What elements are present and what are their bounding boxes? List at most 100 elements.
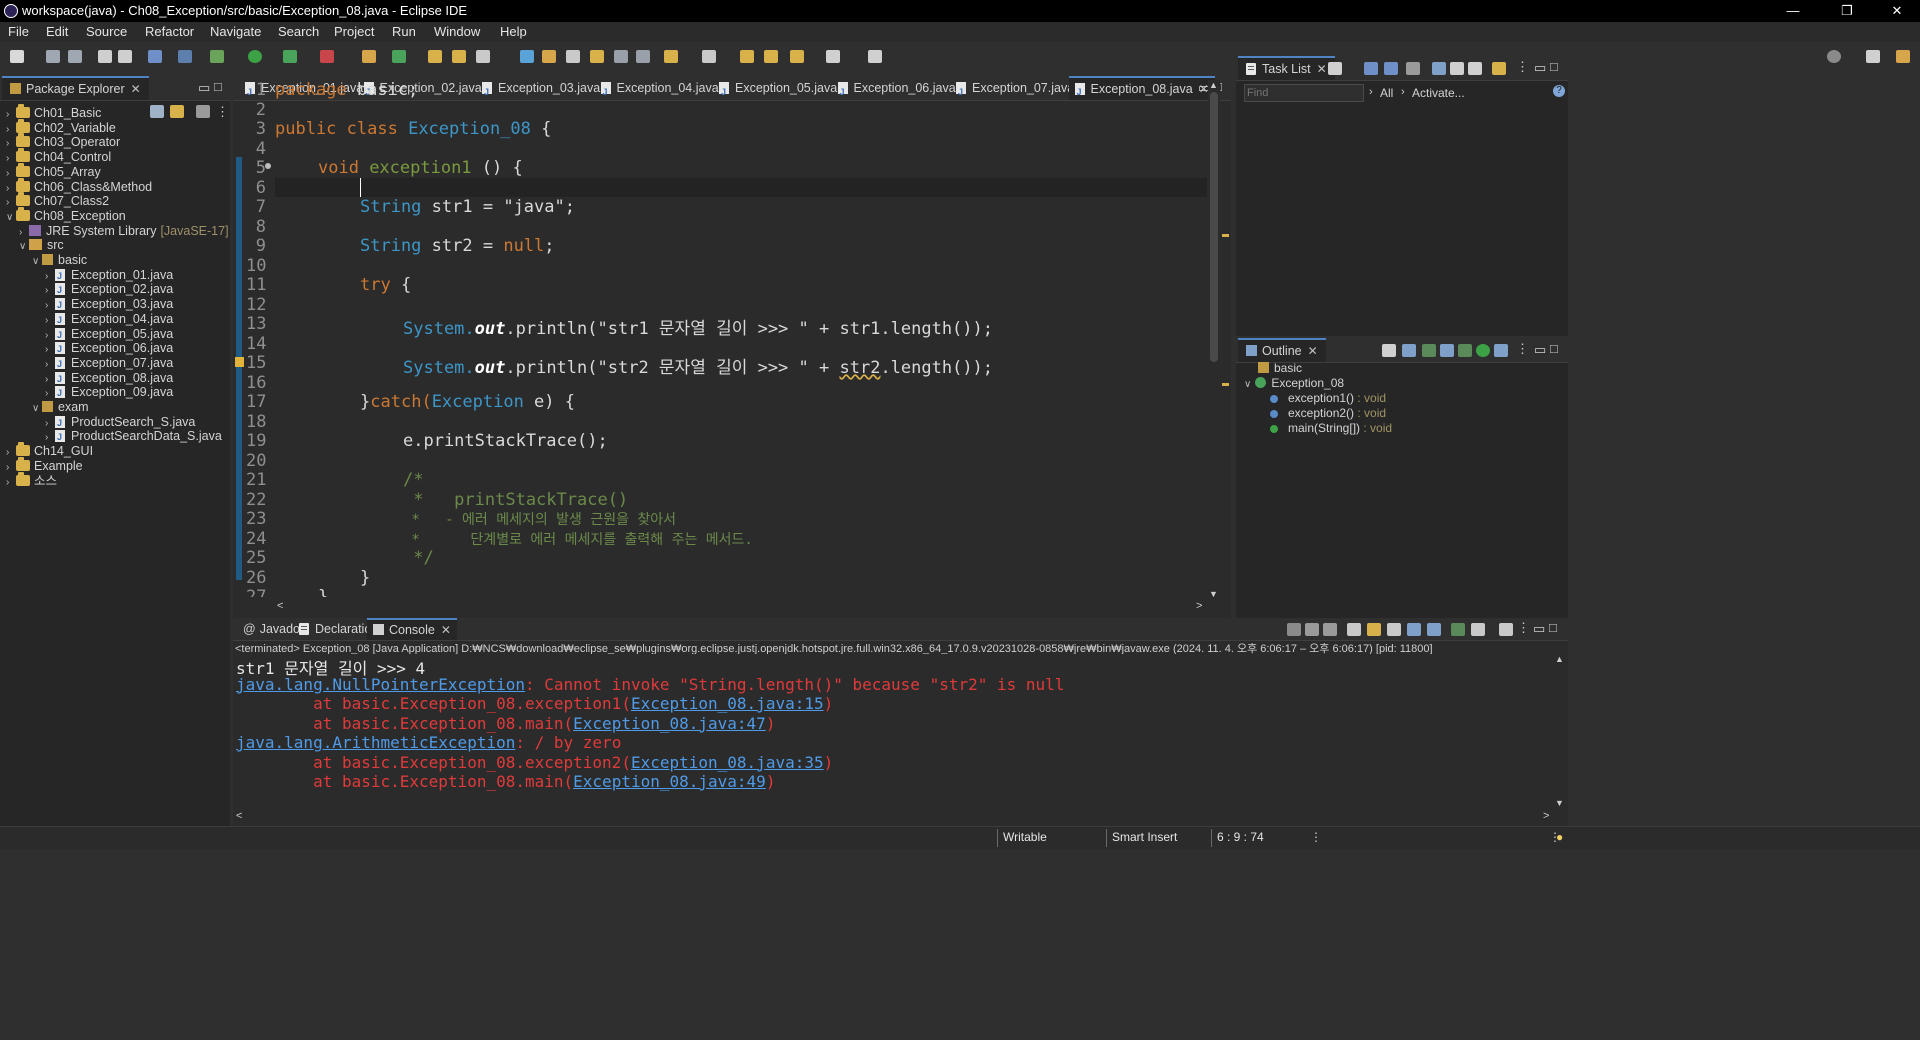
back-icon[interactable] xyxy=(790,50,804,63)
menu-search[interactable]: Search xyxy=(278,24,319,39)
close-icon[interactable]: ✕ xyxy=(131,82,141,96)
scroll-right-icon[interactable]: > xyxy=(1196,600,1202,612)
show-whitespace-icon[interactable] xyxy=(614,50,628,63)
overview-mark[interactable] xyxy=(1222,383,1229,386)
collapse-all-icon[interactable] xyxy=(150,105,164,118)
tab-package-explorer[interactable]: Package Explorer ✕ xyxy=(2,76,149,100)
editor-tab[interactable]: Exception_05.java xyxy=(713,76,843,104)
java-perspective-icon[interactable] xyxy=(1896,50,1910,63)
source-link[interactable]: Exception_08.java:15 xyxy=(631,694,824,713)
scheduled-icon[interactable] xyxy=(1384,62,1398,75)
scroll-up-icon[interactable]: ▲ xyxy=(1555,654,1564,664)
new-task-icon[interactable] xyxy=(1328,62,1342,75)
outline-item-method[interactable]: exception1() : void xyxy=(1270,391,1386,405)
hide-fields-icon[interactable] xyxy=(1422,344,1436,357)
pin-editor-icon[interactable] xyxy=(868,50,882,63)
editor-tab[interactable]: Exception_06.java xyxy=(832,76,962,104)
maximize-button[interactable]: ❐ xyxy=(1824,0,1870,22)
minimize-view-icon[interactable]: ▭ xyxy=(1533,621,1545,637)
maximize-view-icon[interactable]: □ xyxy=(1550,341,1558,356)
menu-project[interactable]: Project xyxy=(334,24,374,39)
console-horizontal-scrollbar[interactable]: < > xyxy=(236,810,1552,825)
clear-console-icon[interactable] xyxy=(1347,623,1361,636)
terminate-icon[interactable] xyxy=(1287,623,1301,636)
status-menu-icon[interactable]: ⋮ xyxy=(1310,830,1322,844)
forward-history-icon[interactable] xyxy=(764,50,778,63)
repository-icon[interactable] xyxy=(1492,62,1506,75)
help-icon[interactable]: ? xyxy=(1553,85,1565,97)
scroll-left-icon[interactable]: < xyxy=(236,810,242,822)
open-task-icon[interactable] xyxy=(452,50,466,63)
scroll-right-icon[interactable]: > xyxy=(1543,810,1549,822)
mark-occurrences-icon[interactable] xyxy=(542,50,556,63)
scroll-lock-icon[interactable] xyxy=(1367,623,1381,636)
focus-icon[interactable] xyxy=(1468,62,1482,75)
activate-link[interactable]: Activate... xyxy=(1412,86,1465,100)
scrollbar-thumb[interactable] xyxy=(1210,92,1218,362)
open-console-icon[interactable] xyxy=(1499,623,1513,636)
display-console-icon[interactable] xyxy=(1471,623,1485,636)
overview-mark[interactable] xyxy=(1222,234,1229,237)
menu-refactor[interactable]: Refactor xyxy=(145,24,194,39)
scroll-down-icon[interactable]: ▼ xyxy=(1555,798,1564,808)
word-wrap-console-icon[interactable] xyxy=(1387,623,1401,636)
close-icon[interactable]: ✕ xyxy=(1317,62,1327,76)
new-java-project-icon[interactable] xyxy=(362,50,376,63)
hide-completed-icon[interactable] xyxy=(1406,62,1420,75)
hide-static-icon[interactable] xyxy=(1440,344,1454,357)
external-tools-icon[interactable] xyxy=(320,50,334,63)
menu-file[interactable]: File xyxy=(8,24,29,39)
tips-lightbulb-icon[interactable]: ● xyxy=(1556,830,1563,844)
chevron-down-icon[interactable]: ∨ xyxy=(32,400,42,418)
tree-item[interactable]: › 소스 xyxy=(6,471,57,490)
show-stdout-icon[interactable] xyxy=(1407,623,1421,636)
toggle-block-icon[interactable] xyxy=(566,50,580,63)
maximize-view-icon[interactable]: □ xyxy=(1550,59,1558,74)
close-icon[interactable]: ✕ xyxy=(441,623,451,637)
editor-horizontal-scrollbar[interactable]: < > xyxy=(275,600,1205,615)
minimize-button[interactable]: — xyxy=(1770,0,1816,22)
pin-console-icon[interactable] xyxy=(1451,623,1465,636)
last-edit-icon[interactable] xyxy=(740,50,754,63)
new-class-icon[interactable] xyxy=(392,50,406,63)
search-workspace-icon[interactable] xyxy=(1827,50,1841,63)
open-type-icon[interactable] xyxy=(428,50,442,63)
outline-item-method[interactable]: exception2() : void xyxy=(1270,406,1386,420)
console-vertical-scrollbar[interactable]: ▲ ▼ xyxy=(1552,654,1566,810)
terminal-icon[interactable] xyxy=(148,50,162,63)
remove-launch-icon[interactable] xyxy=(1305,623,1319,636)
editor-tab[interactable]: Exception_04.java xyxy=(595,76,725,104)
view-menu-icon[interactable]: ⋮ xyxy=(1516,341,1529,357)
editor-vertical-scrollbar[interactable] xyxy=(1208,80,1220,600)
menu-source[interactable]: Source xyxy=(86,24,127,39)
redo-icon[interactable] xyxy=(118,50,132,63)
source-link[interactable]: Exception_08.java:47 xyxy=(573,714,766,733)
scroll-up-icon[interactable]: ▲ xyxy=(1209,80,1218,90)
tab-console[interactable]: Console ✕ xyxy=(367,618,457,640)
outline-item-method[interactable]: main(String[]) : void xyxy=(1270,421,1392,435)
insert-mode-status[interactable]: Smart Insert xyxy=(1112,830,1177,844)
scroll-left-icon[interactable]: < xyxy=(277,600,283,612)
hide-nonpublic-icon[interactable] xyxy=(1458,344,1472,357)
search-icon[interactable] xyxy=(476,50,490,63)
save-icon[interactable] xyxy=(46,50,60,63)
tab-outline[interactable]: Outline ✕ xyxy=(1238,338,1326,362)
save-all-icon[interactable] xyxy=(68,50,82,63)
menu-run[interactable]: Run xyxy=(392,24,416,39)
exception-link[interactable]: java.lang.ArithmeticException xyxy=(236,733,515,752)
previous-annotation-icon[interactable] xyxy=(702,50,716,63)
close-button[interactable]: ✕ xyxy=(1874,0,1920,22)
undo-icon[interactable] xyxy=(98,50,112,63)
menu-edit[interactable]: Edit xyxy=(46,24,68,39)
chevron-down-icon[interactable]: ∨ xyxy=(19,238,29,256)
close-icon[interactable]: ✕ xyxy=(1308,344,1318,358)
sync-icon[interactable] xyxy=(1450,62,1464,75)
menu-help[interactable]: Help xyxy=(500,24,527,39)
chevron-down-icon[interactable]: ∨ xyxy=(32,253,42,271)
new-icon[interactable] xyxy=(10,50,24,63)
source-link[interactable]: Exception_08.java:49 xyxy=(573,772,766,791)
minimize-view-icon[interactable]: ▭ xyxy=(1534,342,1546,358)
run-icon[interactable] xyxy=(248,50,262,63)
word-wrap-icon[interactable] xyxy=(590,50,604,63)
forward-icon[interactable] xyxy=(826,50,840,63)
